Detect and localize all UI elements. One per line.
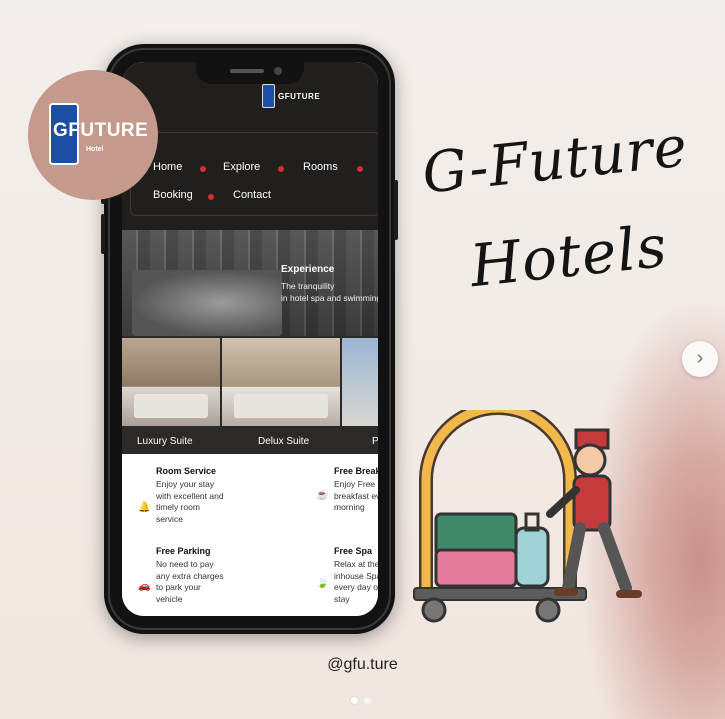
hero-title: Experience: [281, 264, 335, 275]
room-label[interactable]: Delux Suite: [258, 436, 309, 447]
nav-home[interactable]: Home: [153, 161, 182, 173]
site-nav: Home Explore Rooms Booking Contact: [130, 132, 378, 216]
nav-separator: [208, 194, 214, 200]
leaf-icon: 🍃: [316, 578, 329, 589]
phone-notch: [196, 62, 304, 84]
chevron-right-icon[interactable]: ›: [682, 341, 718, 377]
phone-screen: GFUTURE Home Explore Rooms Booking Conta…: [122, 62, 378, 616]
pool-image: [132, 270, 282, 336]
nav-booking[interactable]: Booking: [153, 189, 193, 201]
service-room: Room Service Enjoy your stay with excell…: [156, 466, 224, 524]
hero-banner[interactable]: Experience The tranquility in hotel spa …: [122, 230, 378, 336]
service-spa: Free Spa Relax at the inhouse Spa every …: [334, 546, 378, 604]
brand-logo-title: GFUTURE: [53, 120, 149, 141]
rooms-gallery: Luxury Suite Delux Suite P: [122, 336, 378, 454]
nav-separator: [278, 166, 284, 172]
nav-contact[interactable]: Contact: [233, 189, 271, 201]
room-image[interactable]: [122, 338, 220, 426]
service-parking: Free Parking No need to pay any extra ch…: [156, 546, 224, 604]
room-image[interactable]: [342, 338, 378, 426]
room-image[interactable]: [222, 338, 340, 426]
bell-icon: 🔔: [138, 502, 151, 513]
room-label[interactable]: P: [372, 436, 378, 447]
phone-logo-icon: [262, 84, 275, 108]
services-section: 🔔 Room Service Enjoy your stay with exce…: [122, 454, 378, 616]
room-label[interactable]: Luxury Suite: [137, 436, 193, 447]
nav-explore[interactable]: Explore: [223, 161, 260, 173]
car-icon: 🚗: [138, 581, 151, 592]
brand-logo-subtitle: Hotel: [86, 146, 104, 153]
bellhop-luggage-cart-illustration: [413, 410, 642, 623]
hero-subtitle: The tranquility in hotel spa and swimmin…: [281, 281, 378, 303]
carousel-dot[interactable]: [364, 697, 371, 704]
nav-separator: [200, 166, 206, 172]
carousel-dot[interactable]: [351, 697, 358, 704]
site-header: GFUTURE Home Explore Rooms Booking Conta…: [122, 62, 378, 230]
coffee-icon: ☕: [316, 490, 329, 501]
nav-rooms[interactable]: Rooms: [303, 161, 338, 173]
nav-separator: [357, 166, 363, 172]
service-breakfast: Free Breakfast Enjoy Free breakfast ever…: [334, 466, 378, 512]
site-logo-text: GFUTURE: [278, 91, 321, 101]
social-handle: @gfu.ture: [327, 656, 398, 673]
site-logo[interactable]: GFUTURE: [262, 84, 320, 108]
carousel-indicator: [351, 697, 371, 704]
